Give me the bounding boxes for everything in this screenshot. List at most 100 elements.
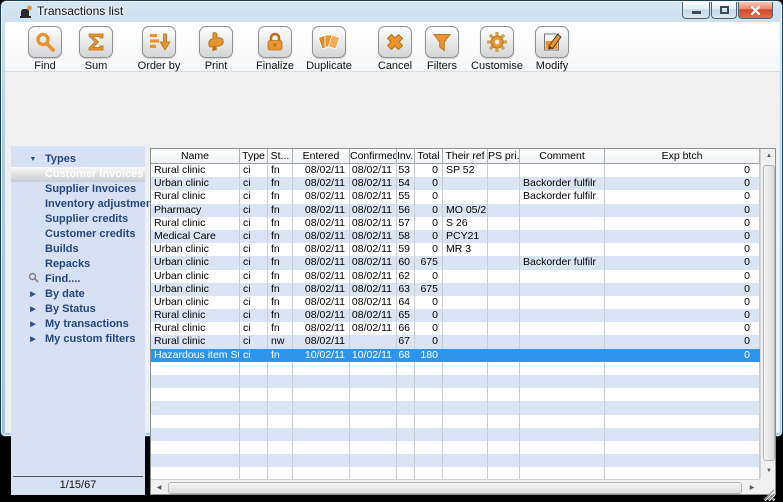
table-row[interactable]: Urban cliniccifn08/02/1108/02/11636750 [151, 283, 760, 296]
duplicate-button[interactable] [312, 26, 346, 58]
table-row[interactable] [151, 467, 760, 479]
sidebar-item-types[interactable]: ▼Types [11, 152, 145, 167]
cell: 0 [605, 204, 760, 217]
cell [397, 428, 415, 441]
table-row[interactable]: Rural cliniccifn08/02/1108/02/116600 [151, 322, 760, 335]
triangle-right-icon[interactable]: ▶ [27, 302, 39, 317]
table-row[interactable] [151, 415, 760, 428]
cell: ci [240, 217, 268, 230]
cell [240, 467, 268, 479]
table-row[interactable] [151, 375, 760, 388]
sidebar-item-find[interactable]: Find.... [11, 272, 145, 287]
triangle-right-icon[interactable]: ▶ [27, 287, 39, 302]
cell: 0 [415, 190, 443, 203]
column-header-ps-pri[interactable]: PS pri... [488, 149, 520, 164]
cell [488, 349, 520, 362]
table-row[interactable] [151, 388, 760, 401]
cell [605, 454, 760, 467]
modify-button[interactable] [535, 26, 569, 58]
table-row[interactable]: Rural cliniccifn08/02/1108/02/11550Backo… [151, 190, 760, 203]
table-row[interactable]: Hazardous item Storecifn10/02/1110/02/11… [151, 349, 760, 362]
vertical-scrollbar[interactable]: ▲ ▼ [760, 149, 776, 479]
sidebar-item-my-transactions[interactable]: ▶ My transactions [11, 317, 145, 332]
table-row[interactable]: Pharmacycifn08/02/1108/02/11560MO 05/20 [151, 204, 760, 217]
sidebar-item-customer-credits[interactable]: Customer credits [11, 227, 145, 242]
resize-grip[interactable] [762, 488, 776, 502]
table-row[interactable] [151, 454, 760, 467]
cell [240, 415, 268, 428]
cell: 0 [605, 177, 760, 190]
table-row[interactable] [151, 362, 760, 375]
sidebar-item-supplier-invoices[interactable]: Supplier Invoices [11, 182, 145, 197]
title-bar[interactable]: Transactions list [1, 1, 782, 22]
sidebar-item-supplier-credits[interactable]: Supplier credits [11, 212, 145, 227]
table-row[interactable]: Urban cliniccifn08/02/1108/02/11540Backo… [151, 177, 760, 190]
table-row[interactable]: Medical Carecifn08/02/1108/02/11580PCY21… [151, 230, 760, 243]
table-row[interactable] [151, 401, 760, 414]
column-header-st[interactable]: St... [268, 149, 293, 164]
cell: 08/02/11 [350, 283, 397, 296]
triangle-right-icon[interactable]: ▶ [27, 317, 39, 332]
cell: PCY21 [443, 230, 488, 243]
cell: Rural clinic [151, 309, 240, 322]
cell [293, 415, 350, 428]
cell [520, 415, 605, 428]
column-header-exp-btch[interactable]: Exp btch [605, 149, 760, 164]
scroll-up-icon[interactable]: ▲ [761, 149, 776, 164]
print-button[interactable] [199, 26, 233, 58]
column-header-their-ref[interactable]: Their ref [443, 149, 488, 164]
table-row[interactable]: Rural cliniccifn08/02/1108/02/116500 [151, 309, 760, 322]
find-button[interactable] [28, 26, 62, 58]
minimize-button[interactable] [682, 2, 710, 19]
filters-button[interactable] [425, 26, 459, 58]
sidebar-item-label: My transactions [45, 317, 129, 332]
table-row[interactable]: Rural cliniccifn08/02/1108/02/11530SP 52… [151, 164, 760, 177]
sidebar-item-by-status[interactable]: ▶By Status [11, 302, 145, 317]
table-row[interactable]: Rural cliniccifn08/02/1108/02/11570S 260 [151, 217, 760, 230]
cell [350, 401, 397, 414]
toolbar-label: Modify [517, 60, 587, 72]
sum-button[interactable] [79, 26, 113, 58]
cell: 0 [605, 309, 760, 322]
table-row[interactable]: Rural cliniccinw08/02/116700 [151, 335, 760, 348]
table-row[interactable]: Urban cliniccifn08/02/1108/02/116200 [151, 270, 760, 283]
sidebar-item-inventory-adjustments[interactable]: Inventory adjustments [11, 197, 145, 212]
cell: Rural clinic [151, 164, 240, 177]
vertical-scroll-thumb[interactable] [763, 165, 775, 461]
find-icon [33, 30, 57, 54]
sidebar-item-builds[interactable]: Builds [11, 242, 145, 257]
column-header-type[interactable]: Type [240, 149, 268, 164]
triangle-right-icon[interactable]: ▶ [27, 332, 39, 347]
column-header-comment[interactable]: Comment [520, 149, 605, 164]
sidebar-item-my-custom-filters[interactable]: ▶My custom filters [11, 332, 145, 347]
close-button[interactable] [738, 2, 773, 19]
sidebar-item-repacks[interactable]: Repacks [11, 257, 145, 272]
horizontal-scroll-thumb[interactable] [168, 482, 742, 494]
triangle-down-icon[interactable]: ▼ [27, 152, 39, 167]
column-header-inv[interactable]: Inv... [397, 149, 415, 164]
scroll-down-icon[interactable]: ▼ [761, 464, 776, 479]
sidebar-item-by-date[interactable]: ▶By date [11, 287, 145, 302]
table-row[interactable]: Urban cliniccifn08/02/1108/02/1160675Bac… [151, 256, 760, 269]
cell [443, 415, 488, 428]
cell: 0 [415, 164, 443, 177]
column-header-total[interactable]: Total [415, 149, 443, 164]
maximize-button[interactable] [711, 2, 737, 19]
table-row[interactable] [151, 428, 760, 441]
table-row[interactable] [151, 441, 760, 454]
customise-button[interactable] [480, 26, 514, 58]
order-by-button[interactable] [142, 26, 176, 58]
close-icon [751, 6, 760, 15]
table-row[interactable]: Urban cliniccifn08/02/1108/02/11590MR 30 [151, 243, 760, 256]
column-header-entered[interactable]: Entered [293, 149, 350, 164]
column-header-confirmed[interactable]: Confirmed [350, 149, 397, 164]
sidebar-item-customer-invoices[interactable]: Customer Invoices [11, 167, 145, 182]
scroll-right-icon[interactable]: ▶ [744, 480, 760, 495]
table-row[interactable]: Urban cliniccifn08/02/1108/02/116400 [151, 296, 760, 309]
horizontal-scrollbar[interactable]: ◀ ▶ [151, 479, 760, 495]
column-header-name[interactable]: Name [151, 149, 240, 164]
finalize-button[interactable] [258, 26, 292, 58]
cell: MO 05/2 [443, 204, 488, 217]
scroll-left-icon[interactable]: ◀ [151, 480, 167, 495]
print-icon [204, 30, 228, 54]
